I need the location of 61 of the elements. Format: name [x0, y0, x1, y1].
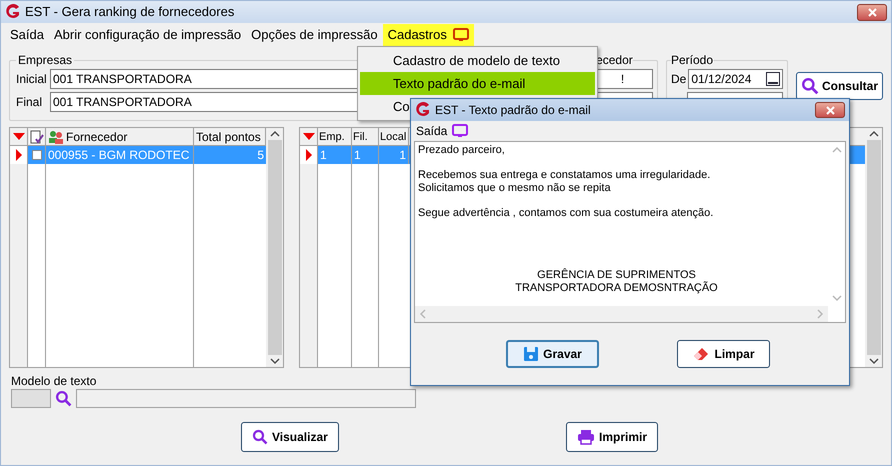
- menu-item[interactable]: Saída: [5, 24, 49, 46]
- field-label: Inicial: [16, 71, 48, 88]
- code-field[interactable]: [11, 389, 51, 408]
- menu-item[interactable]: Cadastros: [382, 24, 474, 46]
- logo-icon: [5, 4, 21, 20]
- text-line: Recebemos sua entrega e constatamos uma irregularidade.: [418, 169, 712, 182]
- dialog-button[interactable]: Gravar: [506, 340, 599, 368]
- printer-icon: [577, 429, 595, 445]
- column-header[interactable]: Fornecedor: [46, 128, 194, 145]
- monitor-icon[interactable]: [452, 28, 469, 42]
- table-cell: 1: [379, 146, 409, 164]
- row-pointer-icon: [304, 149, 312, 161]
- consultar-button[interactable]: Consultar: [796, 72, 883, 100]
- action-button[interactable]: Visualizar: [241, 422, 339, 452]
- date-field[interactable]: 01/12/2024: [688, 69, 783, 89]
- table-cell: 000955 - BGM RODOTEC: [46, 146, 194, 164]
- dropdown-item[interactable]: Cadastro de modelo de texto: [360, 49, 595, 72]
- table-cell: 1: [318, 146, 352, 164]
- row-pointer-icon: [14, 149, 22, 161]
- text-line: Segue advertência , contamos com sua costumeira atenção.: [418, 206, 714, 219]
- eraser-icon: [692, 346, 710, 362]
- close-icon: [868, 8, 876, 16]
- text-line: GERÊNCIA DE SUPRIMENTOS: [537, 269, 696, 281]
- document-check-icon: [30, 130, 44, 144]
- dropdown-item[interactable]: Texto padrão do e-mail: [360, 72, 595, 95]
- sort-arrow-icon: [12, 132, 24, 140]
- calendar-icon[interactable]: [766, 72, 780, 86]
- sort-arrow-icon: [302, 132, 314, 140]
- text-area[interactable]: [414, 141, 846, 323]
- action-button[interactable]: Imprimir: [566, 422, 658, 452]
- group-label: Empresas: [17, 52, 74, 69]
- scrollbar[interactable]: [266, 128, 283, 367]
- logo-icon: [415, 102, 431, 118]
- table-cell: 1: [352, 146, 379, 164]
- search-icon: [55, 390, 72, 407]
- description-field[interactable]: [76, 389, 416, 408]
- text-line: TRANSPORTADORA DEMOSNTRAÇÃO: [515, 282, 718, 294]
- menu-item[interactable]: Saída: [416, 122, 448, 140]
- search-icon: [800, 77, 819, 95]
- text-line: Prezado parceiro,: [418, 144, 506, 156]
- dialog-button[interactable]: Limpar: [677, 340, 770, 368]
- close-button[interactable]: [857, 4, 887, 20]
- menu-item[interactable]: Opções de impressão: [246, 24, 383, 46]
- search-icon: [252, 429, 268, 445]
- menu-item[interactable]: Abrir configuração de impressão: [48, 24, 246, 46]
- text-line: Solicitamos que o mesmo não se repita: [418, 182, 612, 194]
- window-title: EST - Gera ranking de fornecedores: [25, 3, 234, 22]
- group-label: Período: [670, 52, 714, 69]
- column-header[interactable]: Emp.: [318, 128, 352, 145]
- table-cell-text: 5: [256, 147, 265, 164]
- monitor-icon[interactable]: [452, 124, 468, 138]
- close-button[interactable]: [815, 102, 845, 118]
- people-icon: [48, 130, 64, 144]
- field-label: Modelo de texto: [11, 374, 98, 388]
- field-label: De: [670, 71, 686, 88]
- scrollbar[interactable]: [865, 128, 882, 367]
- column-header[interactable]: Fil.: [352, 128, 379, 145]
- close-icon: [826, 106, 834, 114]
- column-header[interactable]: Local: [379, 128, 409, 145]
- field-label: Final: [16, 94, 44, 111]
- checkbox[interactable]: [32, 150, 42, 160]
